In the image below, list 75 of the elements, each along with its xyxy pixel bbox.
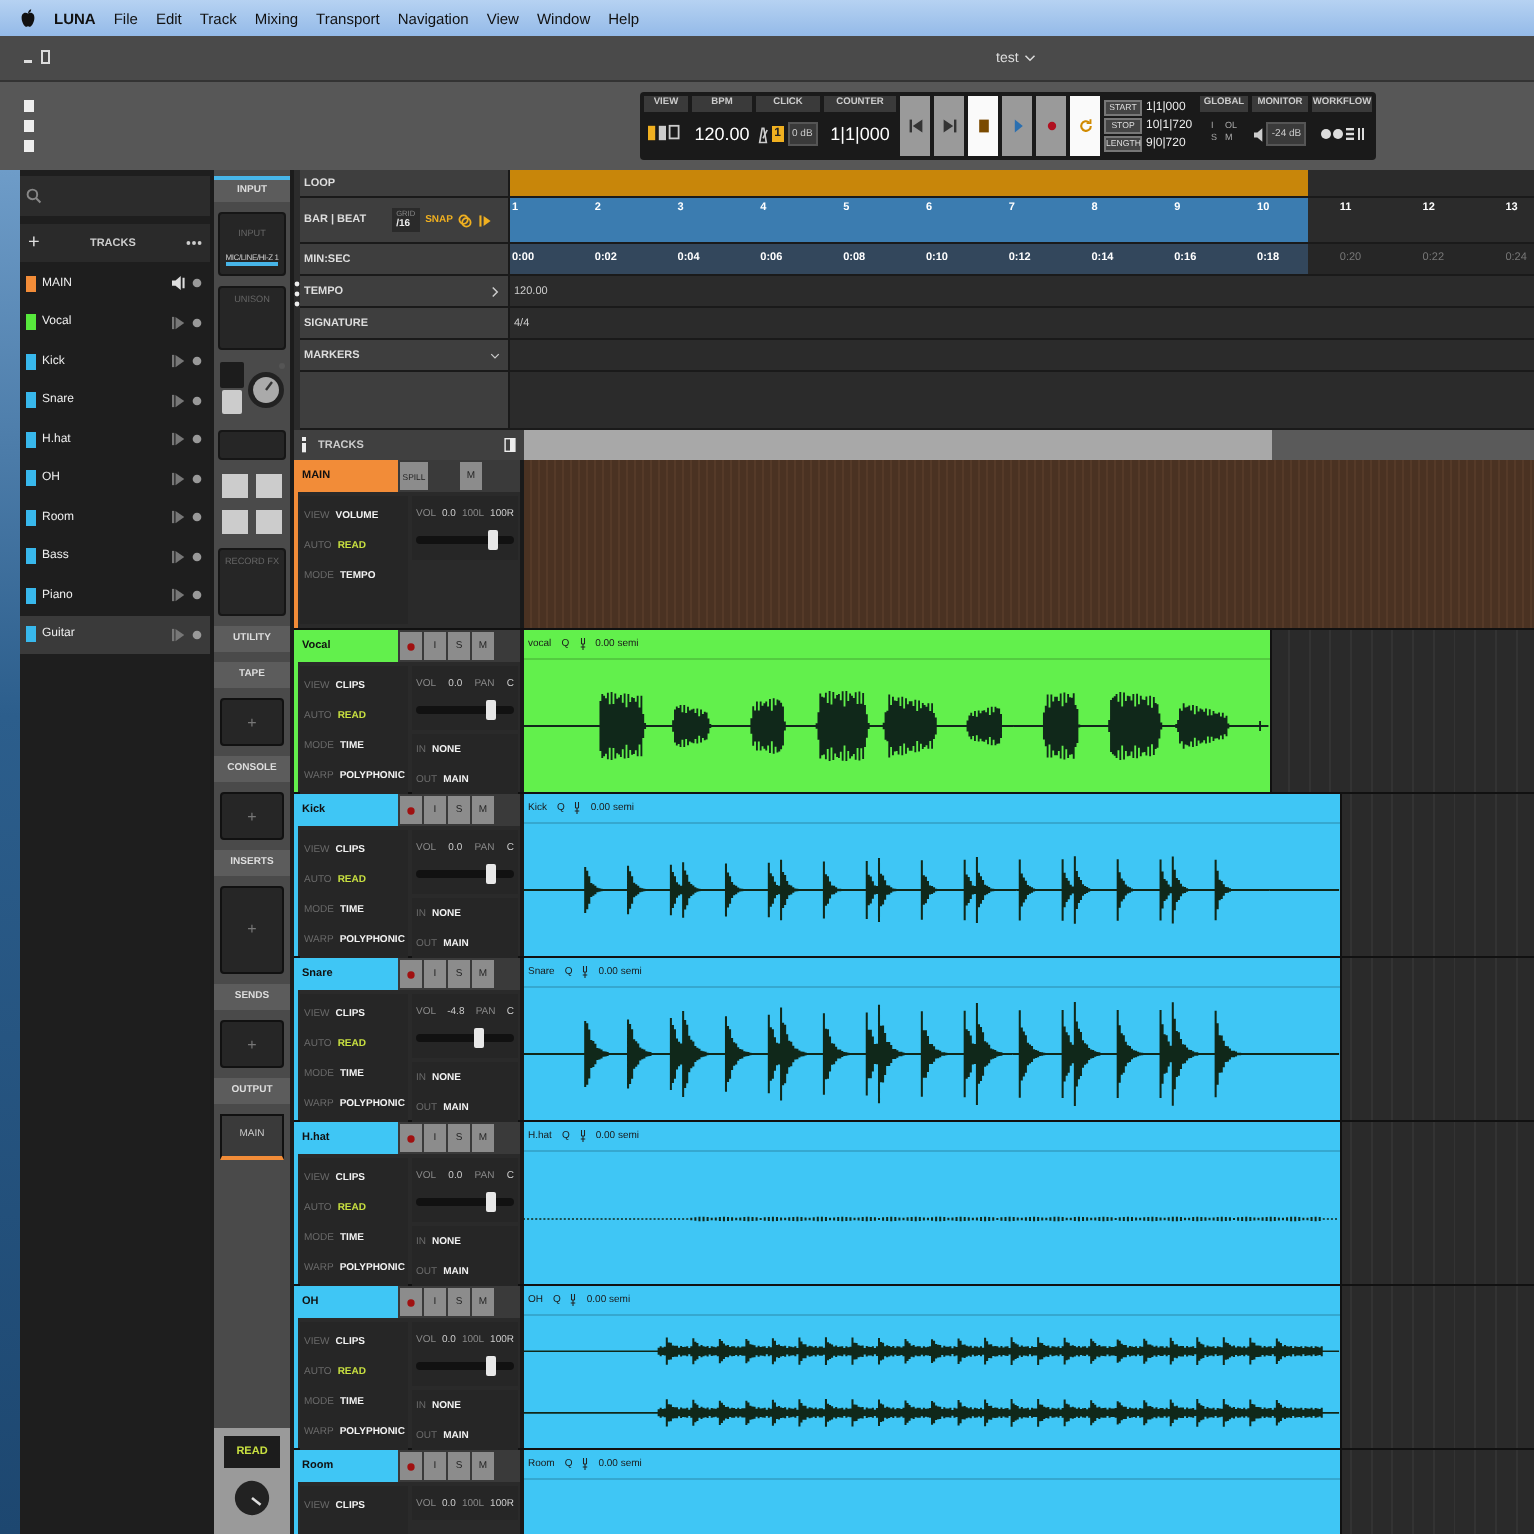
record-dot-icon	[406, 805, 416, 815]
input-monitor-icon[interactable]	[172, 471, 186, 486]
loop-icon	[1077, 118, 1093, 134]
input-monitor-icon[interactable]	[172, 549, 186, 564]
input-monitor-icon[interactable]	[172, 627, 186, 642]
chevron-right-icon[interactable]	[490, 285, 500, 297]
fader-thumb[interactable]	[485, 1192, 496, 1212]
search-icon	[26, 188, 42, 204]
loop-ruler[interactable]	[510, 170, 1534, 196]
arrow-right-icon[interactable]	[478, 213, 493, 227]
overview-scrollbar[interactable]	[524, 430, 1534, 460]
forward-button[interactable]	[934, 96, 964, 156]
dot-icon[interactable]	[192, 395, 202, 406]
tuning-fork-icon[interactable]	[582, 1458, 589, 1470]
input-monitor-icon[interactable]	[172, 432, 186, 447]
input-monitor-icon[interactable]	[172, 510, 186, 525]
track-height-icon[interactable]	[302, 436, 310, 454]
tuning-fork-icon[interactable]	[582, 966, 589, 978]
dot-icon[interactable]	[192, 512, 202, 523]
metronome-icon[interactable]	[758, 125, 769, 143]
chevron-down-icon[interactable]	[490, 349, 500, 361]
fader-thumb[interactable]	[473, 1028, 484, 1048]
play-icon	[1009, 118, 1025, 134]
add-track-button[interactable]: +	[28, 232, 40, 254]
dot-icon[interactable]	[192, 629, 202, 640]
window-controls-icon[interactable]	[24, 50, 52, 66]
dot-icon[interactable]	[192, 551, 202, 562]
fader-thumb[interactable]	[485, 1356, 496, 1376]
tuning-fork-icon[interactable]	[579, 1130, 586, 1142]
panel-toggle-icon[interactable]	[24, 100, 34, 152]
tuning-fork-icon[interactable]	[574, 802, 581, 814]
record-icon	[1043, 118, 1059, 134]
apple-logo-icon[interactable]	[20, 8, 36, 28]
chevron-down-icon[interactable]	[1024, 54, 1037, 62]
fader-thumb[interactable]	[485, 864, 496, 884]
dot-icon[interactable]	[192, 473, 202, 484]
dot-icon[interactable]	[192, 590, 202, 601]
record-button[interactable]	[1036, 96, 1066, 156]
preamp-controls-drawing[interactable]	[218, 360, 286, 420]
switch-buttons-drawing[interactable]	[218, 470, 286, 538]
kebab-icon[interactable]	[294, 280, 300, 308]
input-monitor-icon[interactable]	[172, 393, 186, 408]
record-dot-icon	[406, 1297, 416, 1307]
fader-thumb[interactable]	[488, 530, 499, 550]
fader-thumb[interactable]	[485, 700, 496, 720]
counter-value: 1|1|000	[830, 122, 890, 148]
scroll-thumb[interactable]	[524, 430, 1272, 460]
meter-box	[218, 430, 286, 460]
dot-icon[interactable]	[192, 434, 202, 445]
skip-back-icon	[907, 118, 923, 134]
record-dot-icon	[406, 969, 416, 979]
panel-icon[interactable]	[504, 438, 516, 452]
link-icon[interactable]	[458, 213, 473, 227]
dot-icon[interactable]	[192, 317, 202, 328]
more-icon[interactable]	[185, 240, 202, 246]
rewind-button[interactable]	[900, 96, 930, 156]
skip-forward-icon	[941, 118, 957, 134]
tuning-fork-icon[interactable]	[570, 1294, 577, 1306]
stop-button[interactable]	[968, 96, 998, 156]
dot-icon[interactable]	[192, 356, 202, 367]
record-dot-icon	[406, 641, 416, 651]
dot-icon[interactable]	[192, 278, 202, 289]
stop-icon	[975, 118, 991, 134]
bpm-value[interactable]: 120.00	[694, 116, 750, 152]
tuning-fork-icon[interactable]	[579, 638, 586, 650]
record-dot-icon	[406, 1133, 416, 1143]
speaker-icon[interactable]	[172, 276, 186, 291]
view-toggle-icon[interactable]	[648, 124, 684, 142]
input-monitor-icon[interactable]	[172, 315, 186, 330]
record-dot-icon	[406, 1461, 416, 1471]
search-field[interactable]	[20, 176, 210, 216]
input-monitor-icon[interactable]	[172, 354, 186, 369]
loop-button[interactable]	[1070, 96, 1100, 156]
input-monitor-icon[interactable]	[172, 588, 186, 603]
workflow-icons[interactable]	[1320, 126, 1364, 142]
